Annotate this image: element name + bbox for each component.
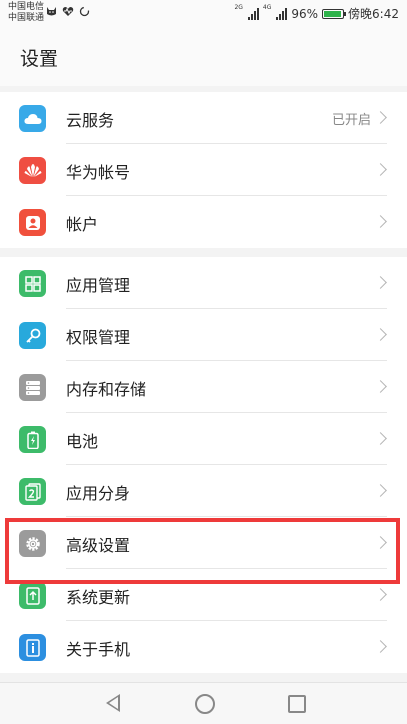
carrier-2: 中国联通 xyxy=(8,13,45,23)
chevron-right-icon xyxy=(374,163,387,176)
chevron-right-icon xyxy=(374,276,387,289)
settings-item-about-phone[interactable]: 关于手机 xyxy=(0,621,407,673)
settings-item-label: 关于手机 xyxy=(66,640,131,659)
battery-percent: 96% xyxy=(291,6,319,21)
settings-item-label: 华为帐号 xyxy=(66,163,131,182)
cloud-icon xyxy=(19,105,46,132)
chevron-right-icon xyxy=(374,484,387,497)
settings-item-battery[interactable]: 电池 xyxy=(0,413,407,465)
chevron-right-icon xyxy=(374,215,387,228)
settings-item-label: 云服务 xyxy=(66,111,115,130)
settings-item-label: 应用管理 xyxy=(66,276,131,295)
chevron-right-icon xyxy=(374,111,387,124)
chevron-right-icon xyxy=(374,328,387,341)
settings-item-label: 高级设置 xyxy=(66,536,131,555)
user-icon xyxy=(19,209,46,236)
settings-item-accounts[interactable]: 帐户 xyxy=(0,196,407,248)
settings-item-value: 已开启 xyxy=(331,113,371,128)
system-update-icon xyxy=(19,582,46,609)
battery-icon xyxy=(19,426,46,453)
settings-item-label: 权限管理 xyxy=(66,328,131,347)
settings-item-app-twin[interactable]: 应用分身 xyxy=(0,465,407,517)
carrier-1: 中国电信 xyxy=(8,2,45,12)
settings-item-label: 应用分身 xyxy=(66,484,131,503)
heart-monitor-icon xyxy=(62,7,74,16)
home-icon[interactable] xyxy=(195,694,215,714)
notification-icons xyxy=(46,6,90,17)
navigation-bar xyxy=(0,682,407,724)
chevron-right-icon xyxy=(374,588,387,601)
info-icon xyxy=(19,634,46,661)
network-type-1: 2G xyxy=(234,4,243,11)
settings-group-device: 应用管理 权限管理 内存和存储 电池 应用分身 高级设置 系统更新 关于手机 xyxy=(0,257,407,673)
apps-grid-icon xyxy=(19,270,46,297)
settings-item-permissions[interactable]: 权限管理 xyxy=(0,309,407,361)
settings-item-label: 系统更新 xyxy=(66,588,131,607)
back-icon[interactable] xyxy=(106,694,120,712)
battery-icon xyxy=(322,8,347,19)
settings-item-label: 电池 xyxy=(66,432,99,451)
chevron-right-icon xyxy=(374,640,387,653)
carrier-labels: 中国电信 中国联通 xyxy=(8,2,44,24)
settings-item-system-update[interactable]: 系统更新 xyxy=(0,569,407,621)
network-type-2: 4G xyxy=(262,4,272,11)
status-right: 2G 4G 96% 傍晚6:42 xyxy=(234,5,399,22)
signal-icon xyxy=(276,7,288,20)
chevron-right-icon xyxy=(374,380,387,393)
app-twin-icon xyxy=(19,478,46,505)
title-bar: 设置 xyxy=(0,28,407,86)
settings-item-label: 内存和存储 xyxy=(66,380,147,399)
signal-icon xyxy=(247,7,259,20)
huawei-icon xyxy=(19,157,46,184)
chevron-right-icon xyxy=(374,536,387,549)
page-title: 设置 xyxy=(20,48,59,70)
cat-icon xyxy=(47,7,56,16)
settings-item-storage[interactable]: 内存和存储 xyxy=(0,361,407,413)
settings-group-account: 云服务 已开启 华为帐号 帐户 xyxy=(0,92,407,248)
settings-item-app-management[interactable]: 应用管理 xyxy=(0,257,407,309)
clock: 傍晚6:42 xyxy=(348,7,399,21)
key-icon xyxy=(19,322,46,349)
status-bar: 中国电信 中国联通 2G 4G 96% 傍晚6:42 xyxy=(0,0,407,28)
settings-item-label: 帐户 xyxy=(66,215,99,234)
sync-icon xyxy=(79,6,90,17)
settings-item-advanced[interactable]: 高级设置 xyxy=(0,517,407,569)
storage-icon xyxy=(19,374,46,401)
recent-apps-icon[interactable] xyxy=(288,695,306,713)
chevron-right-icon xyxy=(374,432,387,445)
gear-icon xyxy=(19,530,46,557)
settings-item-huawei-account[interactable]: 华为帐号 xyxy=(0,144,407,196)
settings-item-cloud[interactable]: 云服务 已开启 xyxy=(0,92,407,144)
